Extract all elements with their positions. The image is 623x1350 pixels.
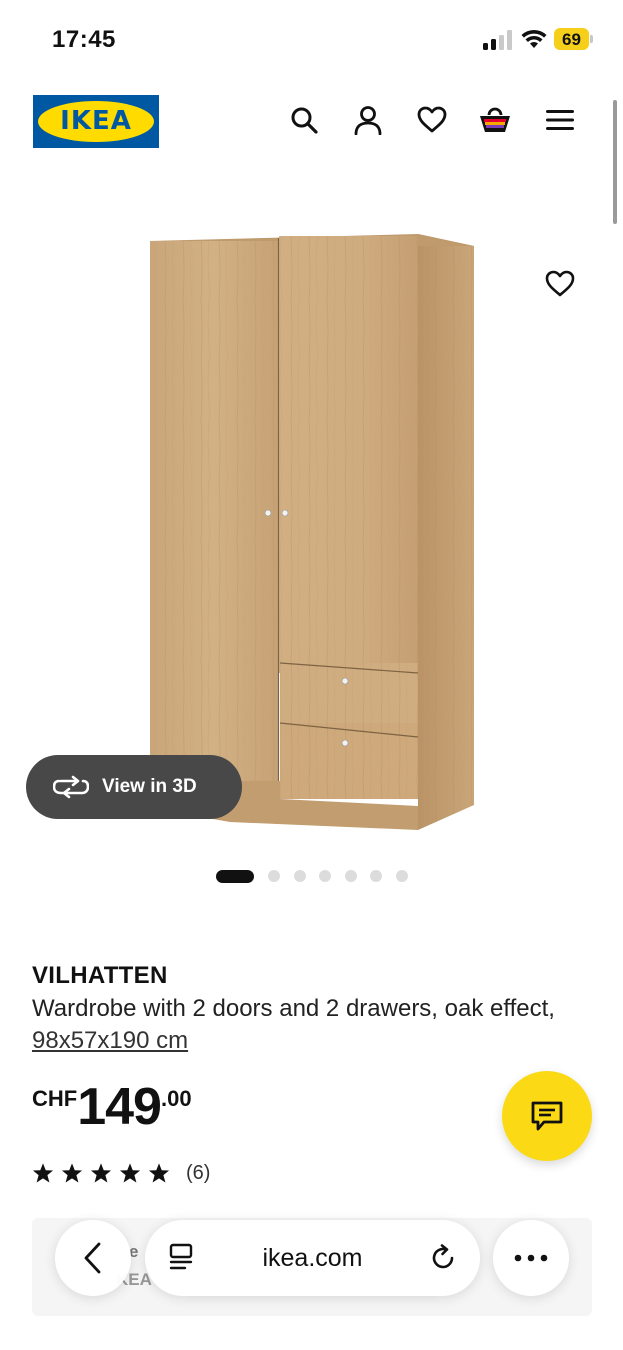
chat-icon bbox=[531, 1101, 563, 1131]
view-in-3d-label: View in 3D bbox=[102, 776, 197, 797]
battery-level: 69 bbox=[562, 30, 581, 49]
heart-icon bbox=[545, 270, 575, 297]
site-header: IKEA bbox=[0, 80, 623, 170]
carousel-dot[interactable] bbox=[216, 869, 254, 883]
carousel-dot[interactable] bbox=[268, 870, 280, 882]
carousel-dot[interactable] bbox=[293, 870, 306, 882]
star-icon bbox=[61, 1163, 83, 1183]
carousel-dot[interactable] bbox=[319, 870, 331, 882]
back-button[interactable] bbox=[55, 1220, 131, 1296]
wardrobe-illustration bbox=[150, 234, 474, 830]
account-icon[interactable] bbox=[351, 103, 385, 137]
carousel-dot[interactable] bbox=[395, 870, 408, 882]
carousel-dot[interactable] bbox=[344, 870, 357, 882]
more-button[interactable] bbox=[493, 1220, 569, 1296]
menu-icon[interactable] bbox=[543, 103, 577, 137]
browser-toolbar: ikea.com bbox=[0, 1210, 623, 1310]
product-price: CHF 149 .00 bbox=[32, 1080, 192, 1134]
carousel-dot[interactable] bbox=[370, 870, 382, 882]
image-favourite-button[interactable] bbox=[540, 264, 580, 304]
address-bar[interactable]: ikea.com bbox=[145, 1220, 480, 1296]
favourites-icon[interactable] bbox=[415, 103, 449, 137]
rotate-3d-icon bbox=[53, 775, 89, 799]
product-image[interactable] bbox=[0, 170, 623, 850]
status-time: 17:45 bbox=[52, 26, 116, 53]
product-rating[interactable]: (6) bbox=[32, 1160, 210, 1186]
star-icon bbox=[32, 1163, 54, 1183]
star-icon bbox=[148, 1163, 170, 1183]
view-in-3d-button[interactable]: View in 3D bbox=[26, 755, 242, 819]
product-description: Wardrobe with 2 doors and 2 drawers, oak… bbox=[32, 993, 572, 1057]
review-count: (6) bbox=[186, 1161, 211, 1184]
image-carousel-dots[interactable] bbox=[216, 869, 421, 883]
reload-icon[interactable] bbox=[428, 1243, 458, 1273]
signal-icon bbox=[483, 30, 512, 50]
logo-text: IKEA bbox=[60, 106, 132, 136]
basket-icon[interactable] bbox=[478, 103, 512, 137]
star-icon bbox=[119, 1163, 141, 1183]
price-decimal: .00 bbox=[160, 1086, 192, 1111]
status-bar: 17:45 69 bbox=[0, 0, 623, 80]
wifi-icon bbox=[521, 29, 547, 48]
price-currency: CHF bbox=[32, 1086, 78, 1111]
search-icon[interactable] bbox=[287, 103, 321, 137]
dimensions-link[interactable]: 98x57x190 cm bbox=[32, 1027, 188, 1054]
star-icon bbox=[90, 1163, 112, 1183]
product-description-text: Wardrobe with 2 doors and 2 drawers, oak… bbox=[32, 995, 555, 1022]
product-name: VILHATTEN bbox=[32, 962, 168, 989]
price-integer: 149 bbox=[77, 1078, 162, 1136]
battery-indicator: 69 bbox=[554, 28, 594, 50]
more-icon bbox=[514, 1254, 548, 1262]
back-icon bbox=[84, 1242, 101, 1274]
ikea-logo[interactable]: IKEA bbox=[33, 95, 159, 148]
chat-button[interactable] bbox=[502, 1071, 592, 1161]
